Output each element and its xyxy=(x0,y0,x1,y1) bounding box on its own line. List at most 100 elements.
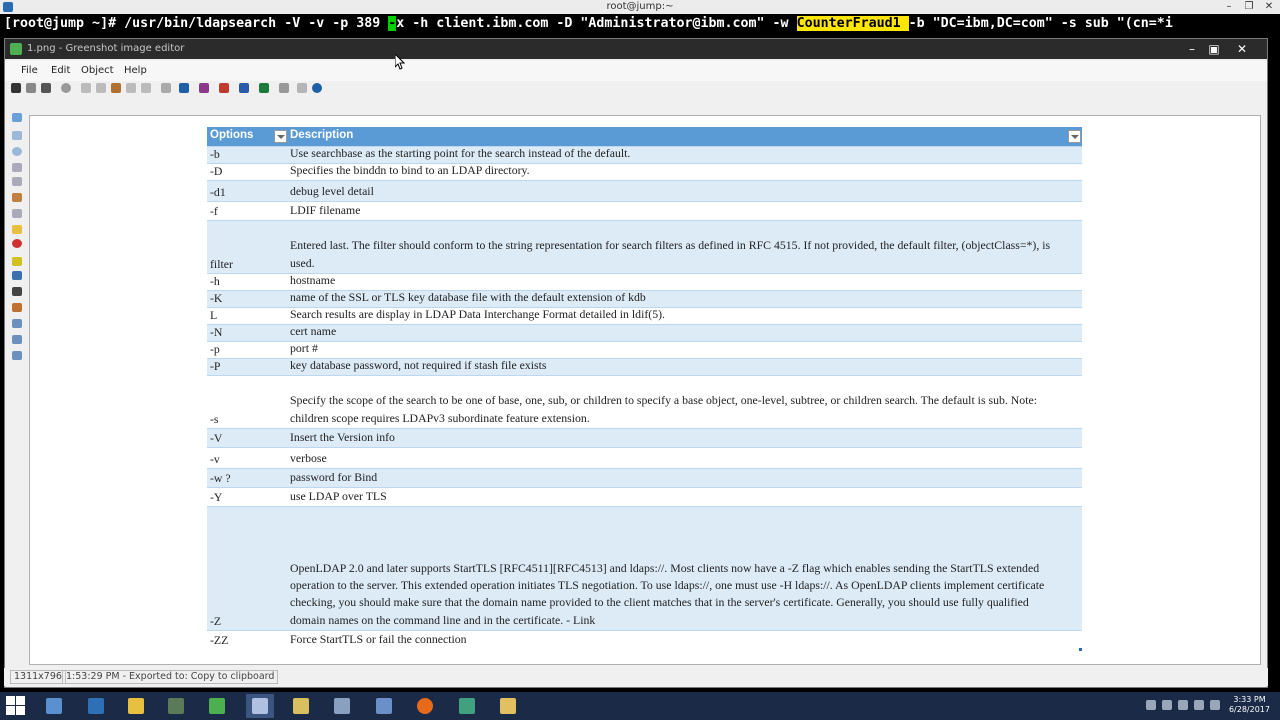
taskbar-remote[interactable] xyxy=(370,694,398,718)
command-text: x -h client.ibm.com -D "Administrator@ib… xyxy=(396,16,797,31)
image-dimensions: 1311x796 xyxy=(10,670,66,684)
options-filter-dropdown[interactable] xyxy=(274,130,287,143)
description-filter-dropdown[interactable] xyxy=(1068,130,1081,143)
window-titlebar[interactable]: 1.png - Greenshot image editor – ▣ ✕ xyxy=(5,39,1267,59)
highlight-tool-icon[interactable] xyxy=(12,257,22,266)
description-cell: verbose xyxy=(290,450,327,465)
close-icon[interactable]: ✕ xyxy=(1231,39,1253,59)
save-icon[interactable] xyxy=(11,83,21,93)
description-cell: key database password, not required if s… xyxy=(290,357,547,372)
image-canvas[interactable]: Options Description -b Use searchbase as … xyxy=(29,115,1261,665)
outlook-icon[interactable] xyxy=(179,83,189,93)
table-row: -f LDIF filename xyxy=(207,201,1082,220)
description-cell: OpenLDAP 2.0 and later supports StartTLS… xyxy=(290,560,1045,627)
option-cell: filter xyxy=(210,257,233,271)
new-icon[interactable] xyxy=(26,83,36,93)
system-clock[interactable]: 3:33 PM 6/28/2017 xyxy=(1229,695,1270,715)
table-row: -b Use searchbase as the starting point f… xyxy=(207,146,1082,163)
description-cell: port # xyxy=(290,340,318,355)
start-button[interactable] xyxy=(6,696,26,716)
toolbar xyxy=(11,81,411,97)
arrow-tool-icon[interactable] xyxy=(12,177,22,186)
network-icon[interactable] xyxy=(1210,700,1220,710)
menu-edit[interactable]: Edit xyxy=(51,61,70,81)
description-cell: password for Bind xyxy=(290,469,378,484)
image-tool-icon[interactable] xyxy=(12,287,22,296)
undo-icon[interactable] xyxy=(126,83,136,93)
excel-icon[interactable] xyxy=(259,83,269,93)
brush-icon[interactable] xyxy=(297,83,307,93)
network-icon xyxy=(334,698,350,714)
upload-icon[interactable] xyxy=(279,83,289,93)
taskbar-putty[interactable] xyxy=(246,694,274,718)
volume-icon[interactable] xyxy=(1194,700,1204,710)
taskbar-firefox[interactable] xyxy=(411,694,439,718)
onenote-icon[interactable] xyxy=(199,83,209,93)
chevron-down-icon xyxy=(1071,135,1079,139)
speech-bubble-tool-icon[interactable] xyxy=(12,225,22,234)
powerpoint-icon[interactable] xyxy=(219,83,229,93)
table-row: L Search results are display in LDAP Data… xyxy=(207,307,1082,324)
description-cell: Entered last. The filter should conform … xyxy=(290,238,1051,270)
print-icon[interactable] xyxy=(41,83,51,93)
settings-icon[interactable] xyxy=(161,83,171,93)
menu-help[interactable]: Help xyxy=(124,61,147,81)
greenshot-editor-window: 1.png - Greenshot image editor – ▣ ✕ Fil… xyxy=(4,38,1268,688)
taskbar-server-manager[interactable] xyxy=(40,694,68,718)
select-tool-icon[interactable] xyxy=(12,113,22,122)
taskbar-greenshot[interactable] xyxy=(203,694,231,718)
option-cell: -D xyxy=(210,164,223,178)
option-cell: -b xyxy=(210,147,220,161)
taskbar-explorer[interactable] xyxy=(122,694,150,718)
torn-edge-tool-icon[interactable] xyxy=(12,303,22,312)
terminal-command-line[interactable]: [root@jump ~]# /usr/bin/ldapsearch -V -v… xyxy=(4,14,1173,34)
menu-file[interactable]: File xyxy=(21,61,38,81)
ellipse-tool-icon[interactable] xyxy=(12,147,22,156)
close-icon[interactable]: ✕ xyxy=(1262,0,1276,14)
taskbar-monitor[interactable] xyxy=(453,694,481,718)
drawing-tools xyxy=(9,113,25,373)
pencil-tool-icon[interactable] xyxy=(12,193,22,202)
paste-icon[interactable] xyxy=(111,83,121,93)
crop-tool-icon[interactable] xyxy=(12,131,22,140)
taskbar-tool[interactable] xyxy=(287,694,315,718)
folder-icon xyxy=(128,698,144,714)
option-cell: -P xyxy=(210,359,221,373)
tray-icon[interactable] xyxy=(1146,700,1156,710)
tray-icon[interactable] xyxy=(1178,700,1188,710)
restore-icon[interactable]: ❐ xyxy=(1242,0,1256,14)
table-row: -Y use LDAP over TLS xyxy=(207,487,1082,506)
redo-icon[interactable] xyxy=(141,83,151,93)
cut-icon[interactable] xyxy=(81,83,91,93)
options-column-header: Options xyxy=(210,129,254,141)
resize-tool-icon[interactable] xyxy=(12,351,22,360)
taskbar-app[interactable] xyxy=(162,694,190,718)
menu-object[interactable]: Object xyxy=(81,61,114,81)
counter-tool-icon[interactable] xyxy=(12,239,22,248)
tray-icon[interactable] xyxy=(1162,700,1172,710)
resize-handle[interactable] xyxy=(1079,648,1082,651)
help-icon[interactable] xyxy=(312,83,322,93)
text-tool-icon[interactable] xyxy=(12,209,22,218)
clock-time: 3:33 PM xyxy=(1233,695,1266,704)
word-icon[interactable] xyxy=(239,83,249,93)
line-tool-icon[interactable] xyxy=(12,163,22,172)
border-tool-icon[interactable] xyxy=(12,319,22,328)
taskbar-network[interactable] xyxy=(328,694,356,718)
description-cell: Use searchbase as the starting point for… xyxy=(290,145,631,160)
copy-icon[interactable] xyxy=(96,83,106,93)
shadow-tool-icon[interactable] xyxy=(12,335,22,344)
description-cell: Insert the Version info xyxy=(290,429,395,444)
minimize-icon[interactable]: – xyxy=(1181,39,1203,59)
table-row: -d1 debug level detail xyxy=(207,180,1082,201)
description-cell: use LDAP over TLS xyxy=(290,488,387,503)
taskbar-powershell[interactable] xyxy=(82,694,110,718)
minimize-icon[interactable]: – xyxy=(1222,0,1236,14)
maximize-icon[interactable]: ▣ xyxy=(1203,39,1225,59)
delete-icon[interactable] xyxy=(61,83,71,93)
remote-desktop-icon xyxy=(376,698,392,714)
table-body: -b Use searchbase as the starting point f… xyxy=(207,146,1082,649)
taskbar-notepad[interactable] xyxy=(494,694,522,718)
table-header: Options Description xyxy=(207,127,1082,146)
obfuscate-tool-icon[interactable] xyxy=(12,271,22,280)
